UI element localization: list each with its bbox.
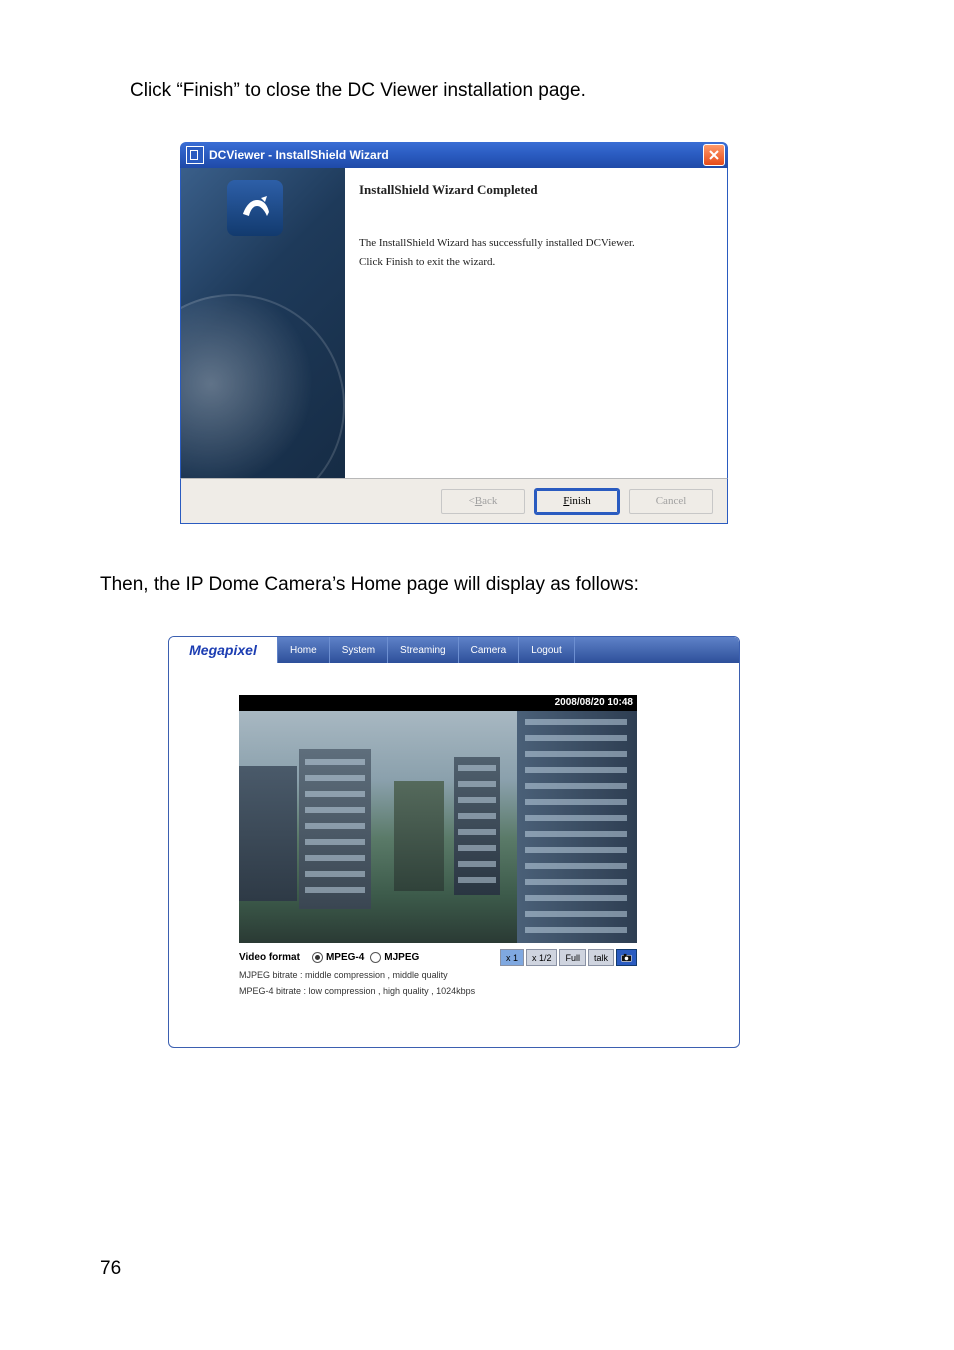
titlebar: DCViewer - InstallShield Wizard (180, 142, 728, 168)
radio-mpeg4[interactable] (312, 952, 323, 963)
instruction-1: Click “Finish” to close the DC Viewer in… (130, 80, 874, 102)
instruction-2: Then, the IP Dome Camera’s Home page wil… (100, 574, 874, 596)
camera-homepage: Megapixel Home System Streaming Camera L… (168, 636, 740, 1048)
wizard-text: The InstallShield Wizard has successfull… (359, 236, 709, 251)
bitrate-line-2: MPEG-4 bitrate : low compression , high … (239, 986, 637, 998)
brand-logo: Megapixel (169, 637, 278, 663)
close-icon[interactable] (703, 144, 725, 166)
tab-streaming[interactable]: Streaming (388, 637, 459, 663)
radio-mjpeg[interactable] (370, 952, 381, 963)
installshield-logo-icon (227, 180, 283, 236)
tab-system[interactable]: System (330, 637, 388, 663)
finish-button[interactable]: Finish (535, 489, 619, 514)
back-u: B (475, 495, 482, 507)
page-number: 76 (100, 1258, 121, 1280)
zoom-x1-button[interactable]: x 1 (500, 949, 524, 966)
installer-icon (186, 146, 204, 164)
snapshot-icon[interactable] (616, 949, 637, 966)
installer-window: DCViewer - InstallShield Wizard InstallS… (180, 142, 728, 524)
wizard-side-graphic (181, 168, 345, 478)
bitrate-line-1: MJPEG bitrate : middle compression , mid… (239, 970, 637, 982)
video-format-label: Video format (239, 952, 300, 963)
radio-mpeg4-label: MPEG-4 (326, 952, 364, 963)
tab-home[interactable]: Home (278, 637, 330, 663)
wizard-text-2: Click Finish to exit the wizard. (359, 255, 709, 270)
zoom-x12-button[interactable]: x 1/2 (526, 949, 558, 966)
back-button[interactable]: < Back (441, 489, 525, 514)
button-bar: < Back Finish Cancel (180, 478, 728, 524)
video-controls: Video format MPEG-4 MJPEG x 1 x 1/2 Full… (239, 949, 637, 966)
tab-camera[interactable]: Camera (459, 637, 520, 663)
cancel-button[interactable]: Cancel (629, 489, 713, 514)
nav-tabs: Home System Streaming Camera Logout (278, 637, 739, 663)
finish-post: inish (569, 495, 590, 507)
zoom-full-button[interactable]: Full (559, 949, 586, 966)
back-post: ack (482, 495, 497, 507)
video-feed (239, 711, 637, 943)
talk-button[interactable]: talk (588, 949, 614, 966)
wizard-heading: InstallShield Wizard Completed (359, 182, 709, 198)
radio-mjpeg-label: MJPEG (384, 952, 419, 963)
timestamp-bar: 2008/08/20 10:48 (239, 695, 637, 711)
tab-logout[interactable]: Logout (519, 637, 575, 663)
window-title: DCViewer - InstallShield Wizard (209, 148, 703, 162)
